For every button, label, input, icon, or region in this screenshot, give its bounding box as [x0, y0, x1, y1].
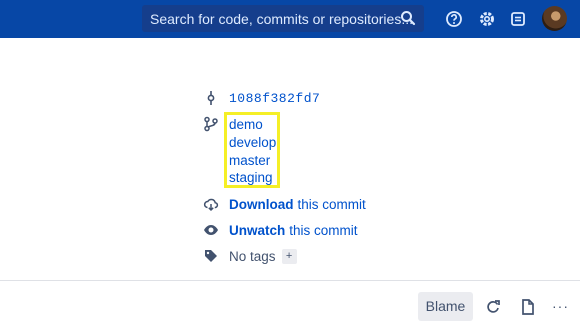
download-row[interactable]: Download this commit — [203, 196, 366, 212]
unwatch-link-suffix[interactable]: this commit — [289, 223, 357, 238]
branch-link-master[interactable]: master — [229, 153, 270, 168]
download-link[interactable]: Download — [229, 197, 294, 212]
help-icon[interactable] — [444, 9, 464, 29]
tags-row: No tags + — [203, 248, 297, 264]
divider — [0, 280, 580, 281]
commit-hash-link[interactable]: 1088f382fd7 — [229, 91, 320, 106]
add-tag-button[interactable]: + — [281, 248, 297, 264]
branch-link-demo[interactable]: demo — [229, 117, 263, 132]
search-box[interactable]: Search for code, commits or repositories… — [142, 5, 424, 32]
unwatch-link[interactable]: Unwatch — [229, 223, 285, 238]
no-tags-label: No tags — [229, 248, 276, 264]
unwatch-row[interactable]: Unwatch this commit — [203, 222, 358, 238]
search-icon[interactable] — [400, 10, 416, 26]
search-input[interactable]: Search for code, commits or repositories… — [150, 11, 413, 27]
top-navigation-bar: Search for code, commits or repositories… — [0, 0, 580, 38]
download-link-suffix[interactable]: this commit — [298, 197, 366, 212]
blame-button[interactable]: Blame — [418, 292, 473, 321]
cloud-download-icon — [203, 198, 219, 212]
branch-link-develop[interactable]: develop — [229, 135, 276, 150]
settings-icon[interactable] — [477, 9, 497, 29]
commit-icon — [207, 91, 215, 105]
inbox-icon[interactable] — [508, 9, 528, 29]
commit-hash-row: 1088f382fd7 — [203, 90, 320, 106]
eye-icon — [204, 225, 218, 235]
more-options-button[interactable]: ··· — [552, 298, 569, 314]
branch-link-staging[interactable]: staging — [229, 170, 273, 185]
file-icon[interactable] — [519, 298, 537, 316]
compare-icon[interactable] — [484, 298, 502, 316]
branch-icon — [204, 116, 218, 132]
avatar[interactable] — [542, 6, 567, 31]
tag-icon — [205, 250, 217, 262]
